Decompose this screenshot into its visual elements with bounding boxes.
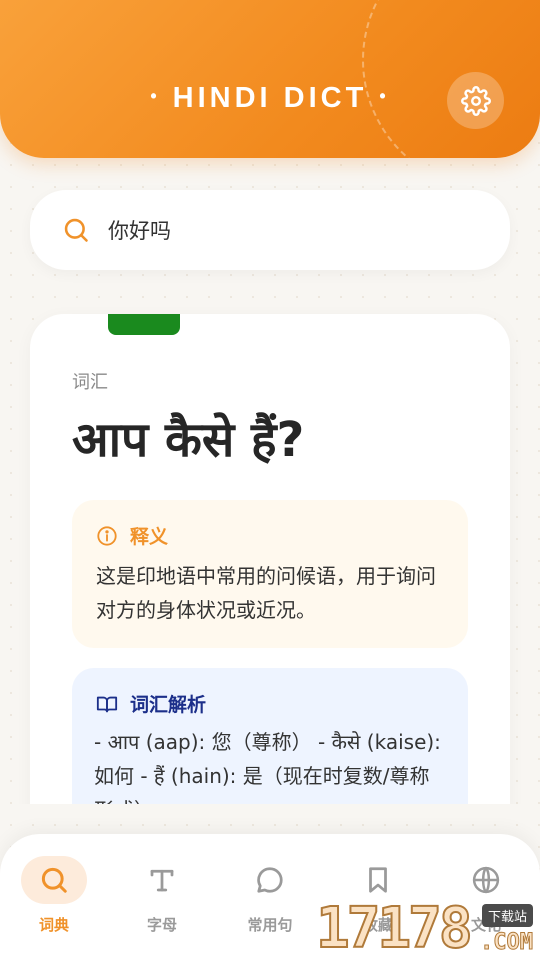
nav-label-phrases: 常用句 — [247, 916, 293, 934]
search-bar[interactable] — [30, 190, 510, 270]
entry-headword: आप कैसे हैं? — [72, 412, 305, 468]
meaning-text: 这是印地语中常用的问候语，用于询问对方的身体状况或近况。 — [96, 564, 436, 622]
text-icon — [150, 869, 174, 892]
nav-item-alphabet[interactable]: 字母 — [108, 856, 216, 952]
meaning-header: 释义 — [96, 522, 444, 549]
chat-bubble-icon — [257, 867, 283, 893]
title-dot-left: • — [150, 86, 161, 106]
globe-icon — [472, 866, 500, 894]
app-header: • HINDI DICT • — [0, 0, 540, 158]
watermark-domain: .COM — [480, 930, 534, 956]
nav-label-dictionary: 词典 — [38, 916, 69, 934]
vocab-header: 词汇解析 — [96, 690, 444, 717]
gear-icon — [460, 85, 491, 116]
watermark-badge: 下载站 — [482, 904, 534, 927]
entry-card: 词汇 आप कैसे हैं? 释义 这是印地语中常用的问候语，用于询问对方的身… — [30, 314, 510, 804]
title-dot-right: • — [379, 86, 390, 106]
search-input[interactable] — [108, 218, 488, 242]
card-tag-tab — [108, 314, 180, 335]
meaning-title: 释义 — [130, 526, 169, 548]
nav-item-phrases[interactable]: 常用句 — [216, 856, 324, 952]
entry-category: 词汇 — [72, 372, 108, 393]
bookmark-icon — [369, 867, 387, 893]
search-icon — [64, 218, 88, 242]
vocab-section: 词汇解析 - आप (aap): 您（尊称） - कैसे (kaise): 如… — [72, 668, 468, 804]
content-scroll-area[interactable]: 词汇 आप कैसे हैं? 释义 这是印地语中常用的问候语，用于询问对方的身… — [0, 300, 540, 804]
decorative-ring — [362, 0, 540, 158]
vocab-title: 词汇解析 — [130, 694, 207, 716]
app-title-text: HINDI DICT — [172, 82, 368, 114]
nav-item-dictionary[interactable]: 词典 — [0, 856, 108, 952]
book-icon — [96, 696, 118, 712]
nav-label-alphabet: 字母 — [146, 916, 177, 934]
watermark-number: 17178 — [315, 896, 474, 960]
site-watermark: 17178 下载站 .COM — [315, 896, 540, 960]
settings-button[interactable] — [447, 72, 504, 129]
meaning-section: 释义 这是印地语中常用的问候语，用于询问对方的身体状况或近况。 — [72, 500, 468, 648]
info-icon — [97, 525, 117, 546]
vocab-text: - आप (aap): 您（尊称） - कैसे (kaise): 如何 - ह… — [94, 730, 441, 804]
search-icon — [41, 867, 67, 893]
